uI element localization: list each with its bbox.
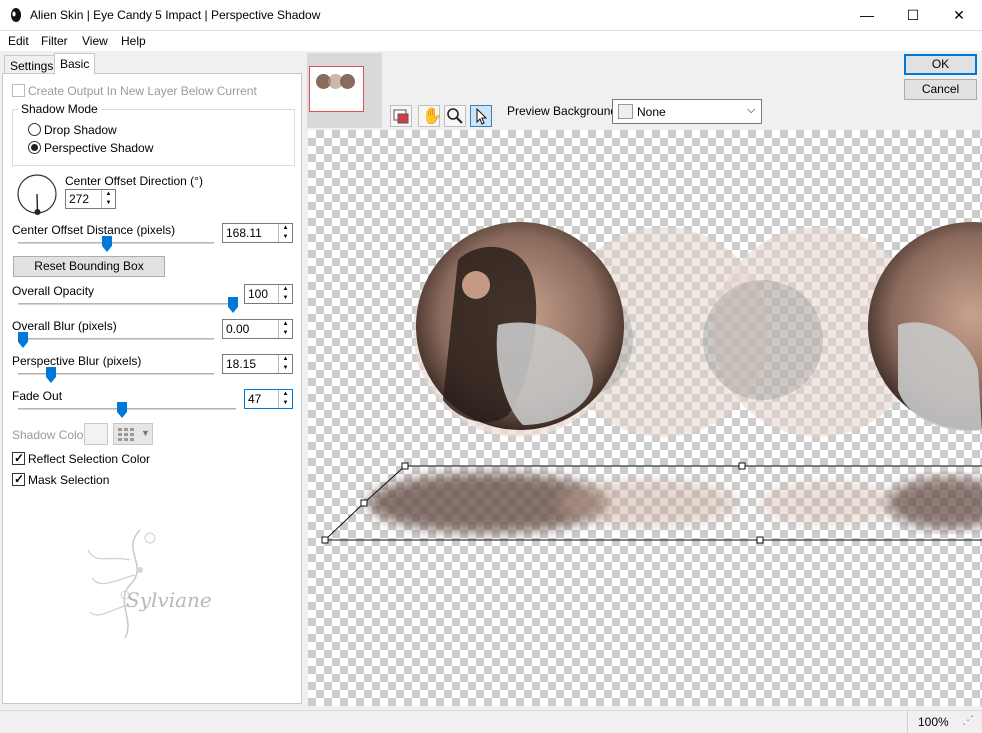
menu-filter[interactable]: Filter bbox=[41, 34, 68, 48]
mask-selection-checkbox[interactable]: ✓ bbox=[12, 472, 25, 486]
menu-view[interactable]: View bbox=[82, 34, 108, 48]
reset-bounding-box-button[interactable]: Reset Bounding Box bbox=[13, 256, 165, 277]
shadow-mode-group bbox=[12, 109, 295, 166]
center-offset-distance-slider[interactable] bbox=[18, 242, 214, 244]
fade-out-input[interactable]: 47 ▲ ▼ bbox=[244, 389, 293, 409]
minimize-button[interactable]: — bbox=[844, 0, 890, 31]
overall-opacity-slider[interactable] bbox=[18, 303, 236, 305]
preview-background-value: None bbox=[637, 105, 666, 119]
title-bar: Alien Skin | Eye Candy 5 Impact | Perspe… bbox=[0, 0, 982, 31]
reflect-selection-color-label: Reflect Selection Color bbox=[28, 452, 151, 466]
preview-image bbox=[321, 222, 982, 544]
close-button[interactable]: ✕ bbox=[936, 0, 982, 31]
navigator-thumbnail[interactable] bbox=[307, 53, 382, 128]
cancel-button[interactable]: Cancel bbox=[904, 79, 977, 100]
perspective-blur-label: Perspective Blur (pixels) bbox=[12, 354, 142, 368]
preview-background-select[interactable]: None ⌵ bbox=[612, 99, 762, 124]
drop-shadow-radio[interactable] bbox=[28, 123, 41, 136]
zoom-level: 100% bbox=[918, 715, 949, 729]
hand-icon: ✋ bbox=[422, 108, 442, 125]
overall-opacity-input[interactable]: 100 ▲ ▼ bbox=[244, 284, 293, 304]
fade-out-slider[interactable] bbox=[18, 408, 236, 410]
center-offset-distance-input[interactable]: 168.11 ▲ ▼ bbox=[222, 223, 293, 243]
ok-button[interactable]: OK bbox=[904, 54, 977, 75]
shadow-mode-label: Shadow Mode bbox=[18, 102, 101, 116]
direction-dial[interactable] bbox=[16, 174, 58, 218]
watermark-text: Sylviane bbox=[126, 588, 212, 612]
chevron-down-icon: ▼ bbox=[141, 428, 150, 438]
perspective-shadow-label: Perspective Shadow bbox=[44, 141, 154, 155]
mask-selection-label: Mask Selection bbox=[28, 473, 110, 487]
pointer-tool[interactable] bbox=[470, 105, 492, 127]
overall-blur-label: Overall Blur (pixels) bbox=[12, 319, 117, 333]
shadow-color-picker[interactable]: ▼ bbox=[113, 423, 153, 445]
preview-bg-icon bbox=[393, 109, 409, 124]
drop-shadow-label: Drop Shadow bbox=[44, 123, 117, 137]
create-output-checkbox[interactable] bbox=[12, 84, 25, 97]
menu-bar: Edit Filter View Help bbox=[0, 31, 982, 51]
center-offset-direction-input[interactable]: 272 ▲ ▼ bbox=[65, 189, 116, 209]
preview-bg-tool[interactable] bbox=[390, 105, 412, 127]
overall-blur-slider[interactable] bbox=[18, 338, 214, 340]
color-grid-icon bbox=[118, 428, 134, 441]
center-offset-distance-label: Center Offset Distance (pixels) bbox=[12, 223, 176, 237]
pointer-icon bbox=[476, 107, 488, 125]
sylviane-watermark bbox=[87, 529, 156, 639]
preview-canvas[interactable] bbox=[308, 130, 982, 706]
overall-opacity-label: Overall Opacity bbox=[12, 284, 95, 298]
perspective-shadow-radio[interactable] bbox=[28, 141, 41, 154]
none-swatch bbox=[618, 104, 633, 119]
window-title: Alien Skin | Eye Candy 5 Impact | Perspe… bbox=[30, 8, 321, 22]
zoom-icon bbox=[447, 108, 463, 124]
resize-grip-icon[interactable]: ⋰ bbox=[962, 713, 974, 727]
perspective-blur-input[interactable]: 18.15 ▲ ▼ bbox=[222, 354, 293, 374]
alien-skin-icon bbox=[11, 8, 21, 22]
reflect-selection-color-checkbox[interactable]: ✓ bbox=[12, 451, 25, 465]
shadow-color-swatch[interactable] bbox=[84, 423, 108, 445]
fade-out-label: Fade Out bbox=[12, 389, 63, 403]
menu-help[interactable]: Help bbox=[121, 34, 146, 48]
shadow-color-label: Shadow Color bbox=[12, 428, 88, 442]
menu-edit[interactable]: Edit bbox=[8, 34, 29, 48]
center-offset-direction-label: Center Offset Direction (°) bbox=[65, 174, 203, 188]
tab-basic[interactable]: Basic bbox=[54, 53, 96, 75]
tab-settings[interactable]: Settings bbox=[4, 55, 60, 75]
preview-background-label: Preview Background: bbox=[507, 104, 621, 118]
navigator-frame[interactable] bbox=[309, 66, 364, 112]
chevron-down-icon: ⌵ bbox=[747, 104, 756, 116]
hand-tool[interactable]: ✋ bbox=[418, 105, 442, 127]
zoom-tool[interactable] bbox=[444, 105, 466, 127]
status-bar: 100% ⋰ bbox=[0, 710, 982, 733]
maximize-button[interactable]: ☐ bbox=[890, 0, 936, 31]
overall-blur-input[interactable]: 0.00 ▲ ▼ bbox=[222, 319, 293, 339]
create-output-label: Create Output In New Layer Below Current bbox=[28, 84, 257, 98]
